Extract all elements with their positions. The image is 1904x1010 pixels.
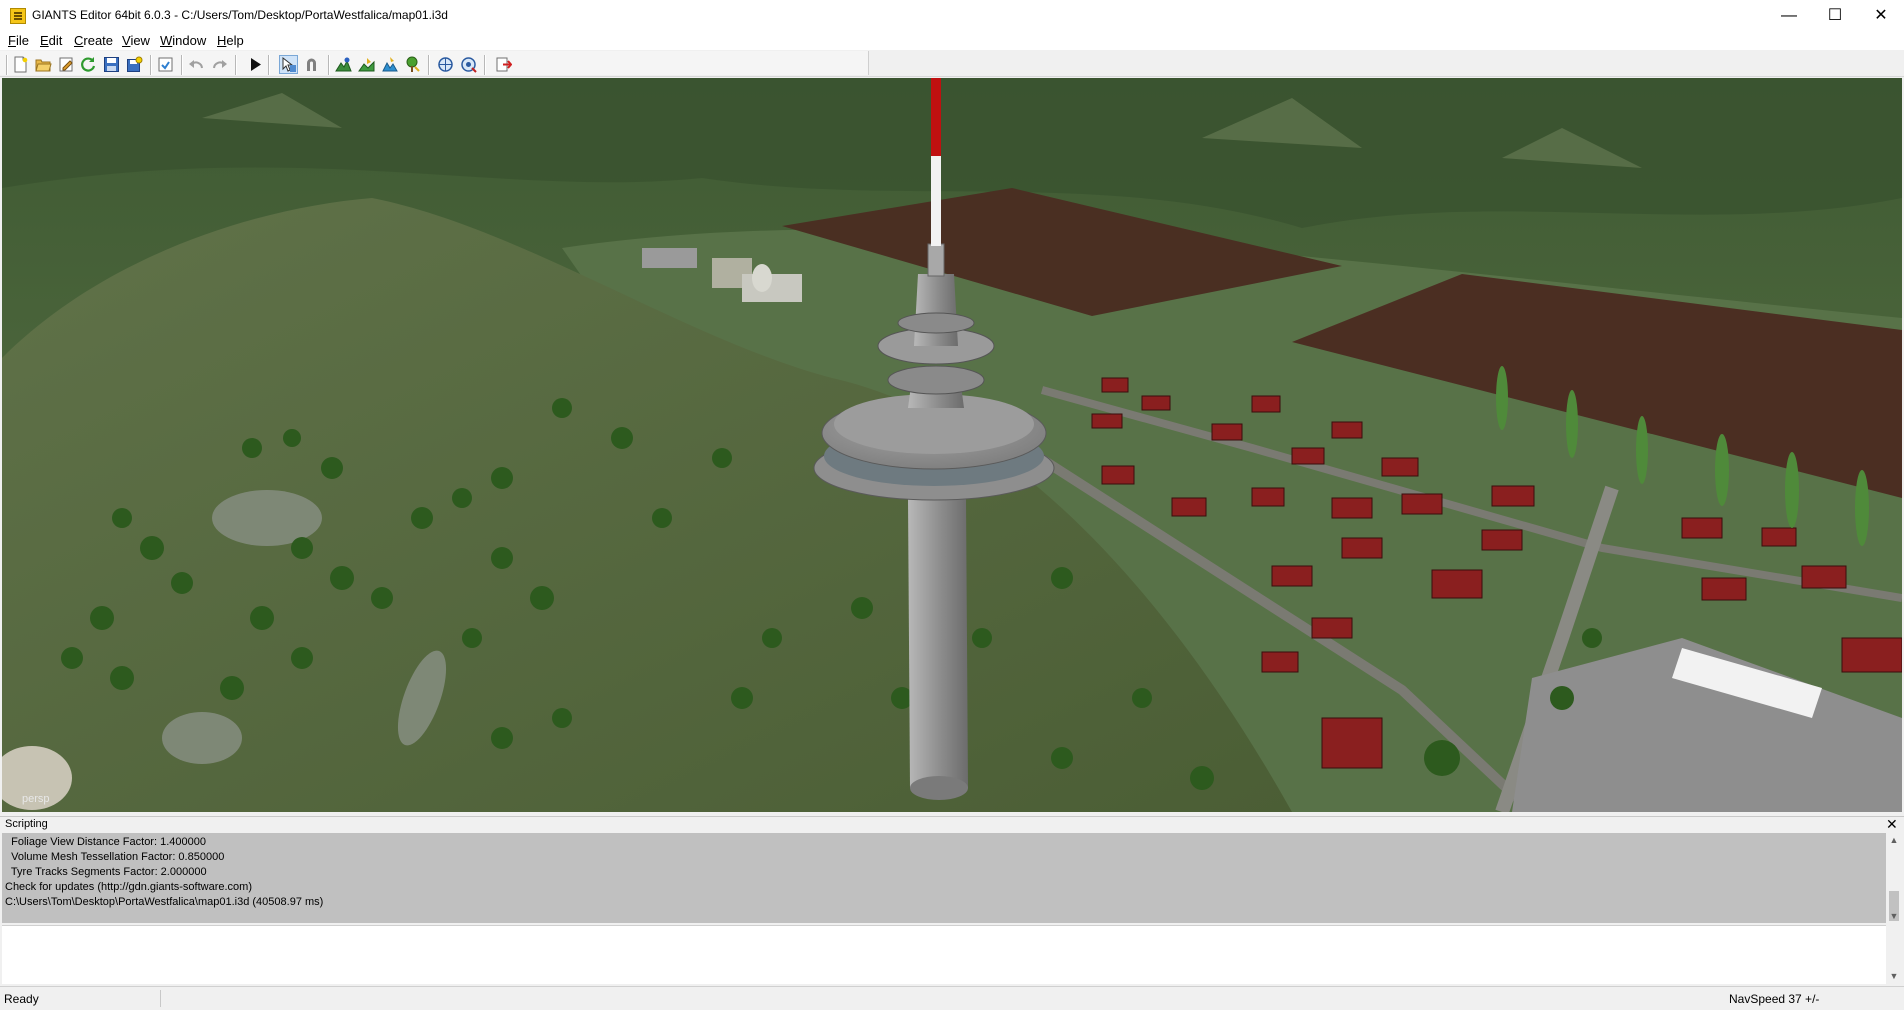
window-title: GIANTS Editor 64bit 6.0.3 - C:/Users/Tom…: [32, 8, 448, 22]
tree-paint-icon[interactable]: [404, 56, 421, 73]
toolbar-grip: [6, 55, 8, 75]
new-file-icon[interactable]: [12, 56, 29, 73]
log-line: Tyre Tracks Segments Factor: 2.000000: [5, 866, 207, 878]
toolbar-area: [0, 51, 869, 75]
title-bar: GIANTS Editor 64bit 6.0.3 - C:/Users/Tom…: [0, 0, 1904, 31]
menu-help-label: elp: [226, 33, 244, 48]
scroll-down-icon[interactable]: ▼: [1886, 969, 1902, 983]
menu-edit-accel: E: [40, 33, 49, 48]
maximize-button[interactable]: ☐: [1812, 0, 1858, 31]
scroll-up-icon[interactable]: ▲: [1886, 833, 1902, 847]
antenna-ring-upper: [897, 312, 975, 334]
camera-label: persp: [22, 793, 50, 805]
script-input[interactable]: [2, 925, 1886, 984]
scene-render: [2, 78, 1902, 812]
toolbar-separator: [268, 55, 270, 75]
antenna-housing: [927, 243, 945, 277]
giants-app-icon: [10, 8, 26, 24]
navspeed-indicator: NavSpeed 37 +/-: [1729, 992, 1820, 1006]
toolbar-separator: [235, 55, 237, 75]
save-icon[interactable]: [103, 56, 120, 73]
open-folder-icon[interactable]: [35, 56, 52, 73]
scripting-close-icon[interactable]: ✕: [1886, 816, 1898, 833]
menu-file-accel: F: [8, 33, 16, 48]
toolbar-separator: [328, 55, 330, 75]
scroll-down-icon[interactable]: ▼: [1886, 909, 1902, 923]
toolbar-separator: [484, 55, 486, 75]
menu-bar: File Edit Create View Window Help: [0, 31, 1904, 50]
minimize-button[interactable]: —: [1766, 0, 1812, 31]
antenna-mast-red: [931, 78, 941, 156]
scripting-panel-title: Scripting: [5, 818, 48, 830]
menu-window[interactable]: Window: [160, 33, 206, 48]
exit-icon[interactable]: [495, 56, 512, 73]
toolbar: [0, 50, 1904, 77]
log-scrollbar[interactable]: ▲ ▼ ▼: [1886, 833, 1902, 983]
menu-create-label: reate: [83, 33, 114, 48]
menu-create[interactable]: Create: [74, 33, 113, 48]
terrain-paint-icon[interactable]: [358, 56, 375, 73]
scripting-panel-header: Scripting ✕: [0, 816, 1904, 833]
log-line: C:\Users\Tom\Desktop\PortaWestfalica\map…: [5, 896, 324, 908]
magnet-icon[interactable]: [303, 56, 320, 73]
toolbar-separator: [181, 55, 183, 75]
menu-edit-label: dit: [48, 33, 63, 48]
rock-patch: [162, 712, 242, 764]
close-button[interactable]: ✕: [1858, 0, 1904, 31]
menu-view[interactable]: View: [122, 33, 150, 48]
log-line: Foliage View Distance Factor: 1.400000: [5, 836, 206, 848]
terrain-sculpt-icon[interactable]: [335, 56, 352, 73]
menu-help-accel: H: [217, 33, 227, 48]
log-line: Check for updates (http://gdn.giants-sof…: [5, 881, 253, 893]
toolbar-separator: [150, 55, 152, 75]
menu-create-accel: C: [74, 33, 84, 48]
status-text: Ready: [4, 992, 39, 1006]
tower-shaft: [908, 498, 968, 788]
menu-view-label: iew: [130, 33, 150, 48]
select-mode-icon[interactable]: [279, 55, 298, 74]
tower-base: [910, 776, 968, 800]
foliage-paint-icon[interactable]: [381, 56, 398, 73]
toolbar-separator: [428, 55, 430, 75]
antenna-ring-lower: [887, 365, 985, 395]
status-divider: [160, 990, 161, 1007]
menu-window-label: indow: [172, 33, 207, 48]
antenna-support: [914, 274, 958, 346]
undo-icon[interactable]: [188, 56, 205, 73]
redo-icon[interactable]: [211, 56, 228, 73]
object-spin-icon[interactable]: [437, 56, 454, 73]
import-icon[interactable]: [157, 56, 174, 73]
object-spin-settings-icon[interactable]: [460, 56, 477, 73]
play-icon[interactable]: [247, 56, 264, 73]
menu-help[interactable]: Help: [217, 33, 244, 48]
menu-file-label: ile: [15, 33, 29, 48]
edit-file-icon[interactable]: [58, 56, 75, 73]
log-line: Volume Mesh Tessellation Factor: 0.85000…: [5, 851, 225, 863]
reload-icon[interactable]: [80, 56, 97, 73]
menu-edit[interactable]: Edit: [40, 33, 62, 48]
menu-file[interactable]: File: [8, 33, 29, 48]
scripting-log[interactable]: Foliage View Distance Factor: 1.400000 V…: [2, 833, 1886, 923]
menu-window-accel: W: [160, 33, 173, 48]
antenna-mast-white: [931, 156, 941, 246]
status-bar: Ready NavSpeed 37 +/-: [0, 986, 1904, 1010]
save-as-icon[interactable]: [126, 56, 143, 73]
3d-viewport[interactable]: persp: [2, 78, 1902, 812]
